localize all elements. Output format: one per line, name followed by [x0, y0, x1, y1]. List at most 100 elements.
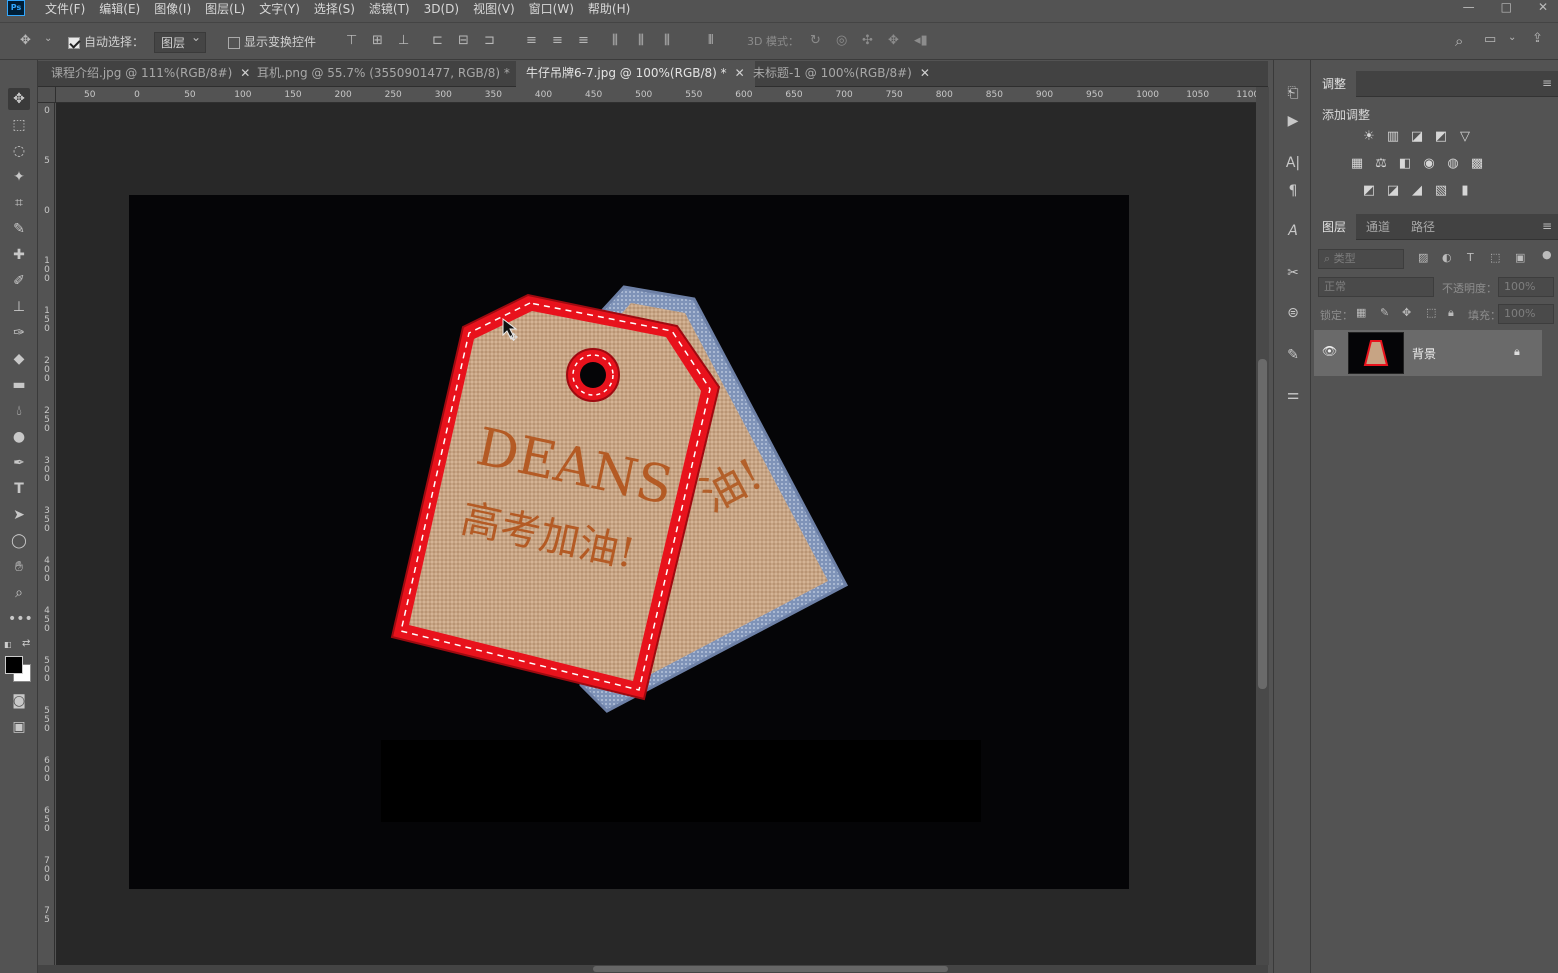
3d-slide-icon[interactable]: ✥ — [888, 33, 899, 48]
menu-filter[interactable]: 滤镜(T) — [369, 0, 410, 17]
selective-color-icon[interactable]: ▧ — [1432, 182, 1450, 200]
filter-toggle-icon[interactable]: ● — [1542, 248, 1552, 261]
photo-filter-icon[interactable]: ◉ — [1420, 155, 1438, 173]
brightness-icon[interactable]: ☀ — [1360, 128, 1378, 146]
horizontal-scroll-thumb[interactable] — [593, 966, 948, 972]
minimize-button[interactable]: — — [1463, 0, 1475, 14]
menu-3d[interactable]: 3D(D) — [424, 2, 459, 16]
3d-camera-icon[interactable]: ◂▮ — [914, 33, 928, 48]
3d-drag-icon[interactable]: ✣ — [862, 33, 873, 48]
properties-panel-icon[interactable]: ⚌ — [1282, 384, 1304, 406]
align-hcenter-icon[interactable]: ⊟ — [458, 33, 469, 48]
tab-adjustments[interactable]: 调整 — [1312, 71, 1357, 97]
hue-saturation-icon[interactable]: ▦ — [1348, 155, 1366, 173]
gradient-tool-icon[interactable]: ▬ — [8, 374, 30, 396]
filter-shape-icon[interactable]: ⬚ — [1490, 251, 1500, 264]
show-transform-control[interactable]: 显示变换控件 — [228, 33, 316, 50]
crop-tool-icon[interactable]: ⌗ — [8, 192, 30, 214]
share-icon[interactable]: ⇪ — [1532, 31, 1543, 46]
gradient-map-icon[interactable]: ▮ — [1456, 182, 1474, 200]
glyphs-panel-icon[interactable]: A — [1282, 220, 1304, 242]
horizontal-ruler[interactable]: 50 0 50 100 150 200 250 300 350 400 450 500 550 600 65… — [56, 87, 1259, 103]
move-tool-icon[interactable]: ✥ — [8, 88, 30, 110]
blend-mode-dropdown[interactable]: 正常 — [1318, 277, 1434, 297]
more-tools-icon[interactable]: ••• — [8, 608, 33, 630]
distribute-left-icon[interactable]: ⫼ — [612, 33, 618, 48]
layer-filter-dropdown[interactable]: ⌕ 类型 — [1318, 249, 1404, 269]
screen-mode-icon[interactable]: ▣ — [8, 716, 30, 738]
type-tool-icon[interactable]: T — [8, 478, 30, 500]
black-white-icon[interactable]: ◧ — [1396, 155, 1414, 173]
marquee-tool-icon[interactable]: ⬚ — [8, 114, 30, 136]
align-bottom-icon[interactable]: ⊥ — [398, 33, 409, 48]
posterize-icon[interactable]: ◪ — [1384, 182, 1402, 200]
auto-select-dropdown[interactable]: 图层 — [154, 30, 207, 53]
distribute-right-icon[interactable]: ⫼ — [664, 33, 670, 48]
path-select-icon[interactable]: ➤ — [8, 504, 30, 526]
fill-field[interactable]: 100% — [1498, 304, 1554, 324]
threshold-icon[interactable]: ◢ — [1408, 182, 1426, 200]
ellipse-tool-icon[interactable]: ◯ — [8, 530, 30, 552]
vertical-scrollbar[interactable] — [1256, 87, 1269, 965]
distribute-hcenter-icon[interactable]: ⫼ — [638, 33, 644, 48]
menu-view[interactable]: 视图(V) — [473, 0, 515, 17]
auto-select-control[interactable]: 自动选择： — [68, 33, 144, 50]
opacity-field[interactable]: 100% — [1498, 277, 1554, 297]
magic-wand-icon[interactable]: ✦ — [8, 166, 30, 188]
tab-headphones[interactable]: 耳机.png @ 55.7% (3550901477, RGB/8) *✕ — [247, 61, 538, 87]
menu-edit[interactable]: 编辑(E) — [99, 0, 140, 17]
history-brush-icon[interactable]: ✑ — [8, 322, 30, 344]
tab-channels[interactable]: 通道 — [1356, 214, 1400, 240]
distribute-bottom-icon[interactable]: ≡ — [578, 33, 589, 48]
close-button[interactable]: ✕ — [1538, 0, 1548, 14]
move-tool-icon[interactable]: ✥ — [20, 33, 31, 48]
brush-tool-icon[interactable]: ✐ — [8, 270, 30, 292]
color-balance-icon[interactable]: ⚖ — [1372, 155, 1390, 173]
lock-all-icon[interactable]: 🔒︎ — [1448, 306, 1454, 320]
show-transform-checkbox[interactable] — [228, 36, 240, 49]
tab-denim-tag[interactable]: 牛仔吊牌6-7.jpg @ 100%(RGB/8) * ✕ — [516, 61, 755, 87]
filter-type-icon[interactable]: T — [1467, 251, 1474, 264]
curves-icon[interactable]: ◪ — [1408, 128, 1426, 146]
tab-close-icon[interactable]: ✕ — [920, 66, 930, 80]
menu-file[interactable]: 文件(F) — [45, 0, 85, 17]
foreground-color-swatch[interactable] — [5, 656, 23, 674]
character-panel-icon[interactable]: A| — [1282, 152, 1304, 174]
panel-menu-icon[interactable]: ≡ — [1542, 76, 1552, 90]
levels-icon[interactable]: ▥ — [1384, 128, 1402, 146]
tab-course-intro[interactable]: 课程介绍.jpg @ 111%(RGB/8#) ✕ — [41, 61, 260, 87]
menu-window[interactable]: 窗口(W) — [529, 0, 574, 17]
tab-paths[interactable]: 路径 — [1401, 214, 1445, 240]
maximize-button[interactable]: □ — [1501, 0, 1512, 14]
auto-select-checkbox[interactable] — [68, 36, 80, 49]
align-top-icon[interactable]: ⊤ — [346, 33, 357, 48]
invert-icon[interactable]: ◩ — [1360, 182, 1378, 200]
horizontal-scrollbar[interactable] — [38, 965, 1268, 973]
visibility-eye-icon[interactable]: 👁︎ — [1322, 344, 1337, 358]
exposure-icon[interactable]: ◩ — [1432, 128, 1450, 146]
align-right-icon[interactable]: ⊐ — [484, 33, 495, 48]
layer-row-background[interactable]: 👁︎ 背景 🔒︎ — [1314, 330, 1542, 376]
vertical-scroll-thumb[interactable] — [1258, 359, 1267, 689]
default-colors-icon[interactable]: ◧ — [4, 640, 14, 650]
hand-tool-icon[interactable]: ✋︎ — [8, 556, 30, 578]
filter-smart-object-icon[interactable]: ▣ — [1515, 251, 1525, 264]
eraser-tool-icon[interactable]: ◆ — [8, 348, 30, 370]
tool-presets-icon[interactable]: ✂ — [1282, 262, 1304, 284]
workspace-icon[interactable]: ▭ — [1484, 32, 1496, 47]
filter-pixel-icon[interactable]: ▨ — [1418, 251, 1428, 264]
distribute-top-icon[interactable]: ≡ — [526, 33, 537, 48]
dodge-tool-icon[interactable]: ● — [8, 426, 30, 448]
stamp-tool-icon[interactable]: ⊥ — [8, 296, 30, 318]
tool-preset-chevron-icon[interactable]: ⌄ — [44, 33, 52, 44]
channel-mixer-icon[interactable]: ◍ — [1444, 155, 1462, 173]
lock-position-icon[interactable]: ✥ — [1402, 306, 1411, 319]
search-icon[interactable]: ⌕ — [1455, 32, 1463, 50]
swap-colors-icon[interactable]: ⇄ — [22, 638, 30, 649]
color-lookup-icon[interactable]: ▩ — [1468, 155, 1486, 173]
pen-tool-icon[interactable]: ✒ — [8, 452, 30, 474]
menu-type[interactable]: 文字(Y) — [259, 0, 300, 17]
auto-align-icon[interactable]: ⫴ — [708, 33, 713, 48]
panel-menu-icon[interactable]: ≡ — [1542, 219, 1552, 233]
healing-brush-icon[interactable]: ✚ — [8, 244, 30, 266]
